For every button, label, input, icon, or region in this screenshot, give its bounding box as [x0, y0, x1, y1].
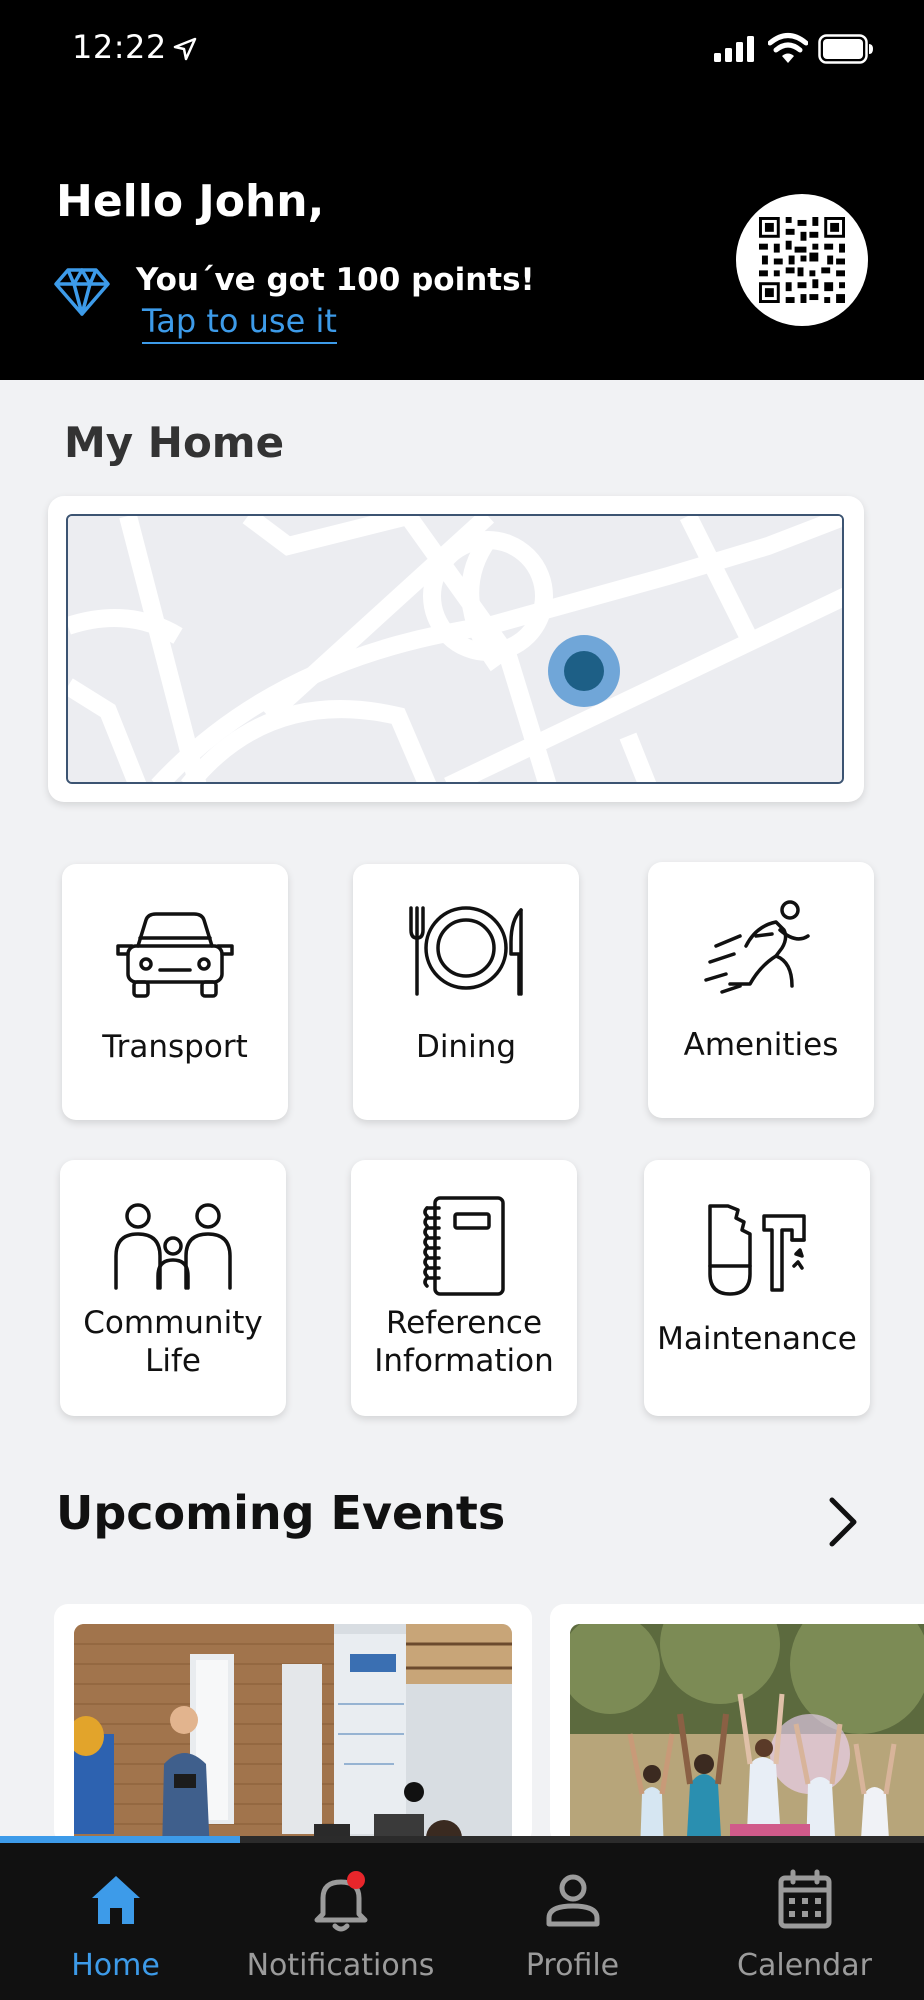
tile-community-life[interactable]: Community Life	[60, 1160, 286, 1416]
map-card	[48, 496, 864, 802]
presentation-photo	[74, 1624, 512, 1844]
map-illustration	[68, 516, 842, 782]
nav-progress-fill	[0, 1836, 241, 1843]
tile-maintenance[interactable]: Maintenance	[644, 1160, 870, 1416]
notebook-icon	[423, 1196, 505, 1296]
car-icon	[116, 912, 234, 998]
plate-cutlery-icon	[409, 906, 523, 996]
nav-item-calendar[interactable]: Calendar	[689, 1856, 920, 1996]
nav-label: Calendar	[737, 1948, 872, 1983]
tile-label-line: Community	[83, 1305, 263, 1341]
cellular-signal-icon	[714, 36, 754, 62]
my-home-title: My Home	[64, 418, 285, 467]
qr-code-icon	[759, 217, 845, 303]
tile-transport[interactable]: Transport	[62, 864, 288, 1120]
tile-dining[interactable]: Dining	[353, 864, 579, 1120]
map-pin-icon	[564, 651, 604, 691]
yoga-photo	[570, 1624, 924, 1844]
tile-label: Amenities	[683, 1027, 839, 1063]
diamond-icon	[54, 268, 110, 316]
tools-icon	[708, 1204, 806, 1296]
event-card-yoga[interactable]	[550, 1604, 924, 1844]
tile-amenities[interactable]: Amenities	[648, 862, 874, 1118]
home-icon	[91, 1876, 140, 1924]
runner-icon	[704, 900, 810, 994]
qr-code-button[interactable]	[736, 194, 868, 326]
upcoming-events-title: Upcoming Events	[56, 1486, 506, 1540]
status-bar: 12:22	[0, 0, 924, 100]
nav-item-profile[interactable]: Profile	[457, 1856, 688, 1996]
location-arrow-icon	[173, 37, 197, 61]
battery-icon	[818, 34, 873, 64]
nav-label: Notifications	[246, 1948, 435, 1983]
tile-label-line: Reference	[385, 1305, 543, 1341]
header: 12:22 Hello John, You´ve got 100 points!…	[0, 0, 924, 380]
nav-label: Profile	[525, 1948, 620, 1983]
tile-label: Transport	[102, 1029, 248, 1065]
people-icon	[114, 1203, 232, 1290]
use-points-link[interactable]: Tap to use it	[142, 302, 337, 344]
person-icon	[546, 1874, 599, 1927]
event-image-yoga	[570, 1624, 924, 1844]
home-map[interactable]	[66, 514, 844, 784]
nav-progress-track	[0, 1836, 924, 1843]
greeting: Hello John,	[56, 176, 325, 227]
tile-label: Maintenance	[657, 1321, 857, 1357]
notification-badge	[346, 1871, 365, 1889]
tile-label-line: Information	[374, 1343, 554, 1379]
tile-label: Community Life	[60, 1304, 286, 1380]
calendar-icon	[778, 1869, 831, 1929]
nav-item-notifications[interactable]: Notifications	[225, 1856, 456, 1996]
event-image-presentation	[74, 1624, 512, 1844]
event-card-presentation[interactable]	[54, 1604, 532, 1844]
nav-label: Home	[71, 1948, 160, 1983]
bell-icon	[314, 1871, 367, 1932]
tile-label-line: Life	[145, 1343, 201, 1379]
tile-label: Dining	[415, 1029, 517, 1065]
chevron-right-icon[interactable]	[822, 1496, 862, 1548]
wifi-icon	[768, 33, 808, 63]
tile-label: Reference Information	[351, 1304, 577, 1380]
bottom-nav: Home Notifications Profile Calendar	[0, 1836, 924, 2000]
nav-item-home[interactable]: Home	[0, 1856, 231, 1996]
points-text: You´ve got 100 points!	[136, 262, 535, 298]
status-time: 12:22	[72, 28, 167, 66]
tile-reference-information[interactable]: Reference Information	[351, 1160, 577, 1416]
